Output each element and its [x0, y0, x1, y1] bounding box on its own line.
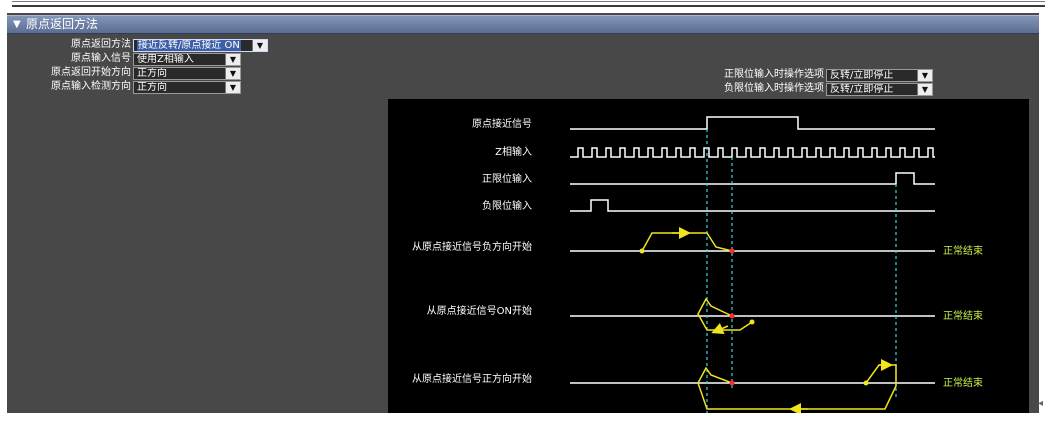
neg-limit-signal-label: 负限位输入 — [482, 199, 532, 212]
neg-limit-dropdown[interactable]: 反转/立即停止 ▼ — [826, 83, 933, 96]
end-label-2: 正常结束 — [943, 309, 983, 322]
section-title: 原点返回方法 — [26, 17, 99, 31]
pos-start-origin-dot — [729, 380, 735, 386]
z-phase-label: Z相输入 — [495, 145, 532, 158]
pos-limit-signal-label: 正限位输入 — [482, 172, 532, 185]
pos-limit-dropdown[interactable]: 反转/立即停止 ▼ — [826, 69, 933, 82]
method-label: 原点返回方法 — [71, 39, 131, 50]
pos-start-case-label: 从原点接近信号正方向开始 — [412, 372, 532, 385]
chevron-down-icon[interactable]: ▼ — [252, 40, 267, 51]
end-label-1: 正常结束 — [943, 244, 983, 257]
input-signal-dropdown[interactable]: 使用Z相输入 ▼ — [133, 53, 241, 66]
window-top-border — [12, 5, 1045, 7]
start-direction-dropdown[interactable]: 正方向 ▼ — [133, 67, 241, 80]
neg-limit-wave — [570, 199, 935, 212]
chevron-down-icon[interactable]: ▼ — [225, 68, 240, 79]
end-label-3: 正常结束 — [943, 376, 983, 389]
input-signal-value: 使用Z相输入 — [137, 54, 194, 65]
proximity-signal-label: 原点接近信号 — [472, 117, 532, 130]
on-start-path — [697, 297, 753, 331]
proximity-signal-wave — [570, 116, 935, 130]
settings-panel: ▼ 原点返回方法 原点返回方法 接近反转/原点接近 ON ▼ 原点输入信号 使用… — [7, 13, 1039, 413]
pos-start-path — [697, 364, 897, 410]
neg-start-path — [641, 232, 733, 252]
on-start-point — [749, 319, 755, 325]
on-start-arrow — [711, 322, 729, 334]
detect-direction-dropdown[interactable]: 正方向 ▼ — [133, 81, 241, 94]
section-header[interactable]: ▼ 原点返回方法 — [7, 15, 1039, 34]
chevron-down-icon[interactable]: ▼ — [917, 70, 932, 81]
timing-diagram-svg: 原点接近信号 Z相输入 正限位输入 负限位输入 从原点接近信号负方向开始 从原点… — [412, 116, 983, 413]
z-phase-wave — [570, 147, 935, 158]
method-dropdown[interactable]: 接近反转/原点接近 ON ▼ — [133, 39, 268, 52]
on-start-case-label: 从原点接近信号ON开始 — [427, 304, 532, 317]
neg-limit-value: 反转/立即停止 — [830, 84, 894, 95]
pos-limit-value: 反转/立即停止 — [830, 70, 894, 81]
on-start-origin-dot — [729, 313, 735, 319]
start-direction-value: 正方向 — [137, 68, 167, 79]
neg-start-origin-dot — [729, 248, 735, 254]
method-value: 接近反转/原点接近 ON — [137, 40, 241, 51]
scroll-arrow-icon[interactable]: ◂ — [1038, 398, 1043, 409]
timing-diagram: 原点接近信号 Z相输入 正限位输入 负限位输入 从原点接近信号负方向开始 从原点… — [388, 99, 1029, 413]
detect-direction-value: 正方向 — [137, 82, 167, 93]
pos-limit-wave — [570, 172, 935, 185]
chevron-down-icon[interactable]: ▼ — [917, 84, 932, 95]
window-top-edge — [12, 1, 1045, 2]
detect-direction-label: 原点输入检测方向 — [51, 81, 131, 92]
neg-start-point — [639, 248, 645, 254]
input-signal-label: 原点输入信号 — [71, 53, 131, 64]
collapse-triangle-icon[interactable]: ▼ — [13, 16, 21, 33]
chevron-down-icon[interactable]: ▼ — [225, 82, 240, 93]
start-direction-label: 原点返回开始方向 — [51, 67, 131, 78]
chevron-down-icon[interactable]: ▼ — [225, 54, 240, 65]
pos-start-point — [863, 380, 869, 386]
neg-limit-label: 负限位输入时操作选项 — [724, 83, 824, 94]
neg-start-case-label: 从原点接近信号负方向开始 — [412, 240, 532, 253]
pos-limit-label: 正限位输入时操作选项 — [724, 69, 824, 80]
